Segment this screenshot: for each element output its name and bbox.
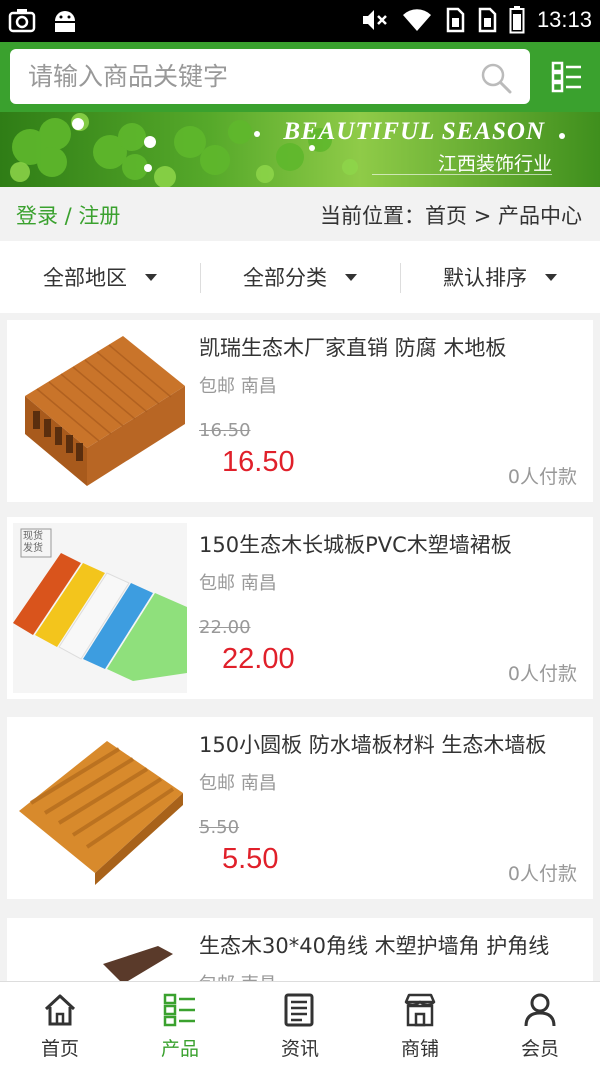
filter-bar: 全部地区 全部分类 默认排序 — [0, 241, 600, 313]
brown-deck-board-image — [13, 326, 187, 496]
nav-shop[interactable]: 商铺 — [360, 982, 480, 1067]
product-location: 包邮 南昌 — [199, 376, 277, 397]
product-payers: 0人付款 — [507, 466, 577, 488]
product-title[interactable]: 150小圆板 防水墙板材料 生态木墙板 — [199, 729, 569, 759]
camera-icon — [8, 9, 36, 33]
grid-list-icon — [163, 993, 195, 1027]
nav-label: 首页 — [40, 1038, 79, 1060]
product-card[interactable]: 生态木30*40角线 木塑护墙角 护角线 包邮 南昌 — [7, 918, 593, 981]
product-price: 5.50 — [222, 843, 279, 875]
home-icon — [44, 994, 76, 1026]
caret-down-icon — [145, 273, 157, 281]
bottom-nav: 首页 产品 资讯 商铺 会员 — [0, 981, 600, 1067]
filter-label: 全部分类 — [243, 266, 327, 290]
stock-badge: 现货 发货 — [23, 531, 43, 554]
nav-label: 会员 — [520, 1038, 559, 1060]
news-icon — [284, 993, 314, 1027]
mute-icon — [362, 10, 387, 30]
clock: 13:13 — [536, 7, 592, 32]
round-grooved-board-image — [13, 723, 187, 893]
shop-icon — [404, 993, 436, 1027]
corner-trim-image — [13, 924, 187, 981]
login-register-link[interactable]: 登录 / 注册 — [16, 200, 120, 230]
product-image[interactable]: 现货 发货 — [13, 523, 187, 693]
nav-label: 产品 — [160, 1038, 199, 1060]
product-card[interactable]: 凯瑞生态木厂家直销 防腐 木地板 包邮 南昌 16.50 16.50 0人付款 — [7, 320, 593, 502]
android-icon — [55, 11, 75, 32]
search-input[interactable] — [28, 49, 468, 104]
banner-divider — [372, 174, 552, 175]
filter-sort-dropdown[interactable]: 默认排序 — [400, 241, 600, 313]
product-image[interactable] — [13, 723, 187, 893]
nav-products[interactable]: 产品 — [120, 982, 240, 1067]
product-title[interactable]: 生态木30*40角线 木塑护墙角 护角线 — [199, 930, 569, 960]
breadcrumb-bar: 登录 / 注册 当前位置：首页 > 产品中心 — [0, 187, 600, 241]
nav-label: 资讯 — [280, 1038, 319, 1060]
sim-card-icon — [446, 7, 465, 33]
caret-down-icon — [345, 273, 357, 281]
app-header — [0, 42, 600, 112]
product-price: 16.50 — [222, 446, 295, 478]
product-image[interactable] — [13, 326, 187, 496]
product-title[interactable]: 凯瑞生态木厂家直销 防腐 木地板 — [199, 332, 569, 362]
product-original-price: 5.50 — [199, 817, 240, 838]
wifi-icon — [402, 9, 431, 31]
nav-news[interactable]: 资讯 — [240, 982, 360, 1067]
search-icon[interactable] — [480, 62, 512, 94]
product-payers: 0人付款 — [507, 863, 577, 885]
product-card[interactable]: 现货 发货 150生态木长城板PVC木塑墙裙板 包邮 南昌 22.00 22.0… — [7, 517, 593, 699]
product-title[interactable]: 150生态木长城板PVC木塑墙裙板 — [199, 529, 569, 559]
banner-subtitle: 江西装饰行业 — [437, 153, 552, 175]
banner[interactable]: BEAUTIFUL SEASON 江西装饰行业 — [0, 112, 600, 187]
user-icon — [524, 993, 556, 1027]
filter-category-dropdown[interactable]: 全部分类 — [200, 241, 400, 313]
category-menu-icon[interactable] — [551, 61, 583, 93]
sim-card-icon — [478, 7, 497, 33]
product-original-price: 16.50 — [199, 420, 251, 441]
nav-home[interactable]: 首页 — [0, 982, 120, 1067]
product-location: 包邮 南昌 — [199, 970, 277, 981]
search-box[interactable] — [10, 49, 530, 104]
product-image[interactable] — [13, 924, 187, 981]
product-payers: 0人付款 — [507, 663, 577, 685]
status-bar: 13:13 — [0, 0, 600, 42]
product-location: 包邮 南昌 — [199, 773, 277, 794]
product-card[interactable]: 150小圆板 防水墙板材料 生态木墙板 包邮 南昌 5.50 5.50 0人付款 — [7, 717, 593, 899]
product-location: 包邮 南昌 — [199, 573, 277, 594]
filter-region-dropdown[interactable]: 全部地区 — [0, 241, 200, 313]
filter-label: 全部地区 — [43, 266, 127, 290]
banner-title: BEAUTIFUL SEASON — [283, 118, 545, 145]
breadcrumb: 当前位置：首页 > 产品中心 — [320, 204, 582, 228]
filter-label: 默认排序 — [443, 266, 527, 290]
battery-icon — [509, 6, 525, 34]
caret-down-icon — [545, 273, 557, 281]
product-price: 22.00 — [222, 643, 295, 675]
nav-label: 商铺 — [400, 1038, 439, 1060]
nav-member[interactable]: 会员 — [480, 982, 600, 1067]
product-list: 凯瑞生态木厂家直销 防腐 木地板 包邮 南昌 16.50 16.50 0人付款 … — [0, 313, 600, 981]
product-original-price: 22.00 — [199, 617, 251, 638]
